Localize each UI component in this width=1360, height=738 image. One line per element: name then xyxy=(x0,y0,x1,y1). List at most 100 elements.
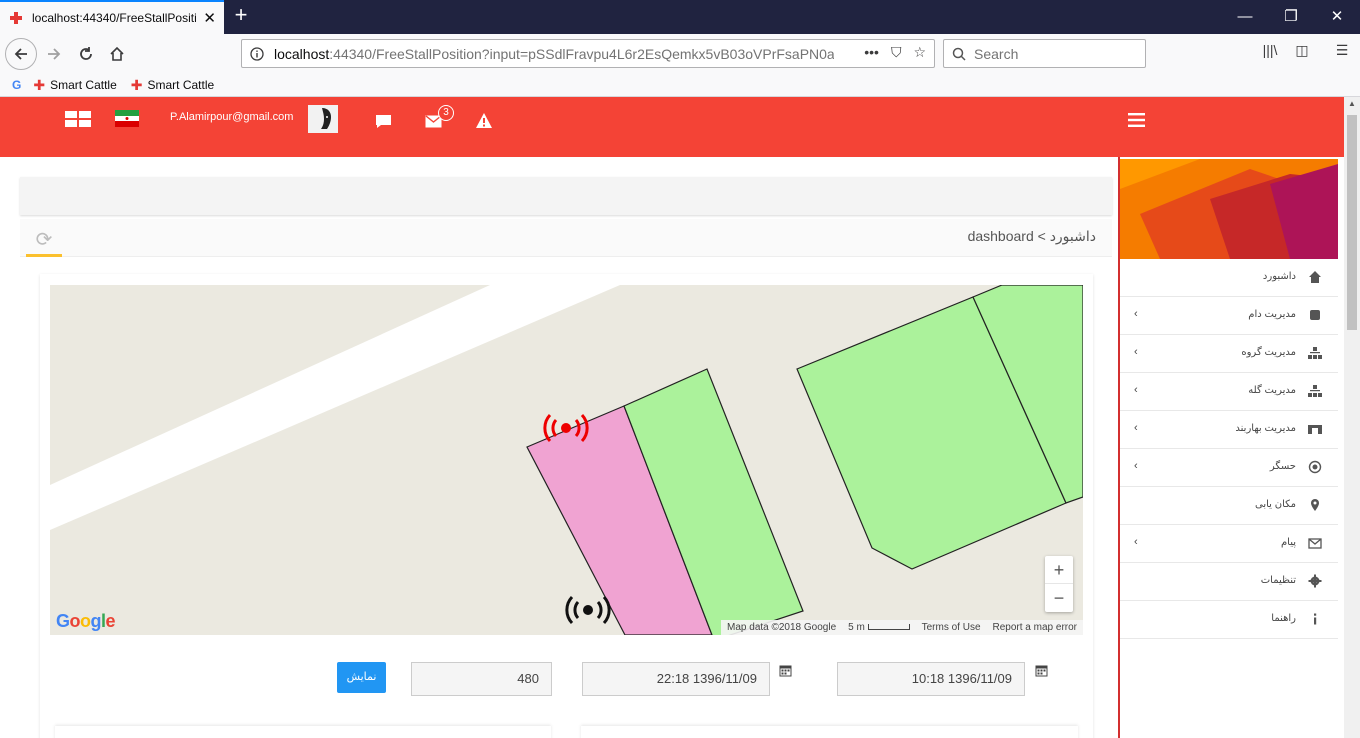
sidebar-item-label: مکان یابی xyxy=(1255,499,1296,510)
sitemap-icon xyxy=(1308,385,1322,397)
info-icon xyxy=(1314,613,1317,625)
sidebar-item-label: تنظیمات xyxy=(1260,575,1296,586)
bottom-card-right xyxy=(581,726,1078,738)
favicon-plus-icon xyxy=(10,12,22,24)
minimize-icon[interactable]: — xyxy=(1233,6,1257,28)
chevron-left-icon: ‹ xyxy=(1134,536,1138,548)
close-tab-icon[interactable]: ✕ xyxy=(203,9,216,27)
from-date-input[interactable]: 10:18 1396/11/09 xyxy=(837,662,1025,696)
sidebar-item-label: مدیریت دام xyxy=(1248,309,1296,320)
chat-icon[interactable] xyxy=(375,114,392,129)
url-host: localhost xyxy=(274,45,330,62)
count-input[interactable]: 480 xyxy=(411,662,552,696)
sidebar-item-label: مدیریت گله xyxy=(1248,385,1296,396)
sidebar-item-barns[interactable]: ‹ مدیریت بهاربند xyxy=(1120,411,1338,449)
square-icon xyxy=(1310,310,1320,320)
sidebar-item-dashboard[interactable]: داشبورد xyxy=(1120,259,1338,297)
mail-count-badge: 3 xyxy=(438,105,454,121)
back-button[interactable] xyxy=(5,38,37,70)
reload-icon xyxy=(80,47,92,60)
sidebar-item-label: مدیریت گروه xyxy=(1241,347,1296,358)
sidebar-menu: داشبورد ‹ مدیریت دام ‹ مدیریت گروه ‹ مدی… xyxy=(1120,259,1338,639)
user-email[interactable]: P.Alamirpour@gmail.com xyxy=(170,111,293,123)
chevron-left-icon: ‹ xyxy=(1134,460,1138,472)
browser-menu-icon[interactable]: ☰ xyxy=(1330,42,1354,64)
tab-title: localhost:44340/FreeStallPositio xyxy=(32,11,198,25)
app-header: P.Alamirpour@gmail.com 3 xyxy=(0,97,1344,157)
show-button[interactable]: نمایش xyxy=(337,662,386,693)
browser-tab[interactable]: localhost:44340/FreeStallPositio ✕ xyxy=(0,0,224,34)
calendar-icon[interactable] xyxy=(779,664,792,677)
library-icon[interactable]: |||\ xyxy=(1258,42,1282,64)
scale-bar xyxy=(867,624,910,631)
avatar[interactable] xyxy=(308,105,338,133)
chevron-left-icon: ‹ xyxy=(1134,308,1138,320)
window-close-icon[interactable]: ✕ xyxy=(1325,6,1349,28)
search-bar[interactable]: Search xyxy=(943,39,1146,68)
sidebar-item-label: مدیریت بهاربند xyxy=(1235,423,1296,434)
sidebar-item-messages[interactable]: ‹ پیام xyxy=(1120,525,1338,563)
forward-button[interactable] xyxy=(39,39,69,69)
chevron-left-icon: ‹ xyxy=(1134,346,1138,358)
google-bookmark[interactable]: G xyxy=(12,78,21,92)
sidebar-item-herds[interactable]: ‹ مدیریت گله xyxy=(1120,373,1338,411)
zoom-out-button[interactable]: − xyxy=(1045,584,1073,612)
iran-flag-icon[interactable] xyxy=(115,110,139,127)
sidebar-item-livestock[interactable]: ‹ مدیریت دام xyxy=(1120,297,1338,335)
sidebar: داشبورد ‹ مدیریت دام ‹ مدیریت گروه ‹ مدی… xyxy=(1118,157,1338,738)
restore-icon[interactable]: ❐ xyxy=(1279,6,1303,28)
plus-icon: ✚ xyxy=(33,76,46,93)
refresh-icon[interactable]: ⟳ xyxy=(26,225,62,257)
bookmarks-bar: G ✚ Smart Cattle ✚ Smart Cattle xyxy=(0,74,1360,97)
terms-link[interactable]: Terms of Use xyxy=(922,622,981,633)
bookmark-label: Smart Cattle xyxy=(50,78,117,92)
arrow-left-icon xyxy=(14,48,27,60)
bookmark-smart-cattle-1[interactable]: ✚ Smart Cattle xyxy=(33,77,116,94)
sidebar-item-label: داشبورد xyxy=(1262,271,1296,282)
browser-tab-bar: localhost:44340/FreeStallPositio ✕ + — ❐… xyxy=(0,0,1360,34)
home-icon xyxy=(1309,271,1321,283)
sidebar-item-location[interactable]: مکان یابی xyxy=(1120,487,1338,525)
chevron-left-icon: ‹ xyxy=(1134,422,1138,434)
warning-icon[interactable] xyxy=(475,112,493,129)
chevron-left-icon: ‹ xyxy=(1134,384,1138,396)
zoom-in-button[interactable]: + xyxy=(1045,556,1073,584)
sidebar-item-groups[interactable]: ‹ مدیریت گروه xyxy=(1120,335,1338,373)
bookmark-label: Smart Cattle xyxy=(147,78,215,92)
google-g-icon: G xyxy=(12,78,22,92)
grid-icon[interactable] xyxy=(65,111,91,127)
reload-button[interactable] xyxy=(71,39,101,69)
bookmark-star-icon[interactable]: ☆ xyxy=(913,44,926,61)
breadcrumb[interactable]: dashboard < داشبورد xyxy=(968,228,1096,245)
page-viewport: P.Alamirpour@gmail.com 3 داشبورد ‹ مدیری… xyxy=(0,97,1344,738)
barn-icon xyxy=(1308,425,1322,434)
to-date-input[interactable]: 22:18 1396/11/09 xyxy=(582,662,770,696)
page-actions-icon[interactable]: ••• xyxy=(864,44,879,61)
google-logo[interactable]: Google xyxy=(56,611,116,632)
map-view[interactable]: Google + − Map data ©2018 Google 5 m Ter… xyxy=(50,285,1083,635)
pocket-icon[interactable]: ⛉ xyxy=(891,44,902,61)
new-tab-button[interactable]: + xyxy=(229,4,253,28)
address-bar[interactable]: localhost:44340/FreeStallPosition?input=… xyxy=(241,39,935,68)
map-canvas[interactable] xyxy=(50,285,1083,635)
home-button[interactable] xyxy=(102,39,132,69)
scroll-thumb[interactable] xyxy=(1347,115,1357,330)
map-card: Google + − Map data ©2018 Google 5 m Ter… xyxy=(40,274,1093,738)
report-error-link[interactable]: Report a map error xyxy=(993,622,1077,633)
scroll-up-icon[interactable]: ▲ xyxy=(1347,99,1357,108)
user-photo xyxy=(308,105,338,133)
bookmark-smart-cattle-2[interactable]: ✚ Smart Cattle xyxy=(131,77,214,94)
calendar-icon[interactable] xyxy=(1035,664,1048,677)
scale-label: 5 m xyxy=(848,622,865,633)
hamburger-menu-icon[interactable] xyxy=(1128,113,1145,127)
sidebar-toggle-icon[interactable]: ◫ xyxy=(1290,42,1314,64)
gear-icon xyxy=(1308,574,1322,588)
search-placeholder: Search xyxy=(974,45,1019,62)
sidebar-banner xyxy=(1120,159,1338,259)
page-scrollbar[interactable]: ▲ xyxy=(1344,97,1360,738)
sidebar-item-sensors[interactable]: ‹ حسگر xyxy=(1120,449,1338,487)
top-panel xyxy=(20,177,1112,215)
sidebar-item-help[interactable]: راهنما xyxy=(1120,601,1338,639)
search-icon xyxy=(952,47,966,61)
sidebar-item-settings[interactable]: تنظیمات xyxy=(1120,563,1338,601)
